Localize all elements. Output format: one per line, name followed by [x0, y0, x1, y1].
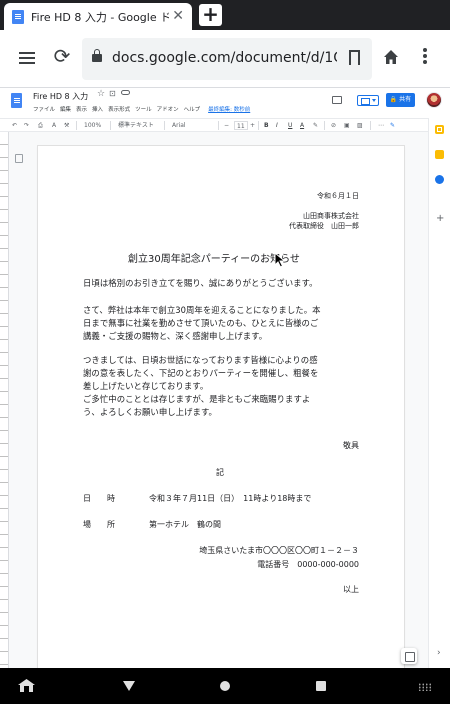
doc-paragraph-line: 差し上げたいと存じております。: [83, 381, 209, 391]
print-icon[interactable]: ⎙: [38, 121, 43, 130]
document-title[interactable]: Fire HD 8 入力: [33, 91, 88, 102]
menu-help[interactable]: ヘルプ: [184, 105, 201, 113]
menu-tools[interactable]: ツール: [135, 105, 152, 113]
docs-favicon-icon: [12, 9, 24, 24]
doc-ki: 記: [216, 468, 224, 477]
highlight-icon[interactable]: ✎: [313, 121, 318, 130]
docs-logo-icon[interactable]: [11, 93, 22, 108]
home-circle-icon[interactable]: [220, 681, 230, 691]
tab-title: Fire HD 8 入力 - Google ドキュメント: [31, 10, 169, 24]
increase-font-size-button[interactable]: +: [250, 121, 255, 130]
menu-insert[interactable]: 挿入: [92, 105, 103, 113]
doc-paragraph-line: 謝の意を表したく、下記のとおりパーティーを開催し、粗餐を: [83, 368, 319, 378]
document-page[interactable]: 令和６月１日 山田商事株式会社 代表取締役 山田一郎 創立30周年記念パーティー…: [38, 146, 404, 668]
font-select[interactable]: Arial: [172, 121, 186, 130]
doc-place-label: 場 所: [83, 520, 115, 529]
explore-button[interactable]: [401, 648, 417, 664]
reload-icon[interactable]: ⟳: [53, 46, 71, 66]
doc-paragraph-line: つきましては、日頃お世話になっております皆様に心よりの感: [83, 355, 318, 365]
underline-button[interactable]: U: [288, 121, 292, 130]
docs-menubar: ファイル 編集 表示 挿入 表示形式 ツール アドオン ヘルプ 最終編集: 数秒…: [33, 105, 250, 113]
tasks-icon[interactable]: [435, 175, 444, 184]
doc-phone: 電話番号 0000-000-0000: [257, 560, 359, 569]
insert-image-icon[interactable]: ▨: [357, 121, 363, 130]
keyboard-icon[interactable]: [418, 683, 432, 691]
doc-paragraph-line: さて、弊社は本年で創立30周年を迎えることになりました。本: [83, 305, 321, 315]
font-size-input[interactable]: 11: [234, 121, 248, 130]
system-nav-bar: [0, 668, 450, 704]
star-icon[interactable]: ☆: [97, 89, 105, 99]
doc-closing: 敬具: [343, 441, 359, 450]
home-launcher-icon[interactable]: [18, 679, 35, 692]
browser-tab[interactable]: Fire HD 8 入力 - Google ドキュメント ✕: [4, 3, 192, 30]
doc-paragraph-line: う、よろしくお願い申し上げます。: [83, 407, 217, 417]
decrease-font-size-button[interactable]: −: [224, 121, 229, 130]
doc-greeting: 日頃は格別のお引き立てを賜り、誠にありがとうございます。: [83, 278, 318, 288]
browser-toolbar: ⟳ docs.google.com/document/d/1Q4wUYP4: [0, 30, 450, 88]
spellcheck-icon[interactable]: A: [52, 121, 56, 130]
vertical-ruler[interactable]: [0, 132, 9, 668]
doc-representative: 代表取締役 山田一郎: [289, 222, 359, 230]
more-options-icon[interactable]: [423, 48, 427, 52]
doc-company: 山田商事株式会社: [303, 212, 359, 220]
menu-file[interactable]: ファイル: [33, 105, 55, 113]
text-color-button[interactable]: A: [300, 121, 304, 130]
menu-edit[interactable]: 編集: [60, 105, 71, 113]
menu-view[interactable]: 表示: [76, 105, 87, 113]
side-panel: + ›: [428, 118, 450, 668]
redo-icon[interactable]: ↷: [24, 121, 29, 130]
formatting-toolbar: ↶ ↷ ⎙ A ⚒ 100% 標準テキスト Arial − 11 + B I U…: [0, 118, 428, 132]
more-tools-icon[interactable]: ⋯: [378, 121, 384, 130]
keep-icon[interactable]: [435, 150, 444, 159]
undo-icon[interactable]: ↶: [12, 121, 17, 130]
doc-paragraph-line: 日まで無事に社業を勤めさせて頂いたのも、ひとえに皆様のご: [83, 318, 319, 328]
hamburger-menu-icon[interactable]: [19, 52, 35, 54]
insert-link-icon[interactable]: ⊘: [331, 121, 336, 130]
calendar-icon[interactable]: [435, 125, 444, 134]
editing-mode-icon[interactable]: ✎: [390, 121, 395, 130]
screen: Fire HD 8 入力 - Google ドキュメント ✕ + ⟳ docs.…: [0, 0, 450, 704]
share-button[interactable]: 🔒 共有: [386, 93, 415, 107]
italic-button[interactable]: I: [276, 121, 278, 130]
new-tab-button[interactable]: +: [199, 4, 222, 26]
url-text[interactable]: docs.google.com/document/d/1Q4wUYP4: [112, 50, 337, 66]
doc-end: 以上: [343, 585, 359, 594]
doc-date-label: 日 時: [83, 494, 115, 503]
last-edit-link[interactable]: 最終編集: 数秒前: [208, 105, 250, 113]
add-ons-plus-icon[interactable]: +: [436, 214, 444, 224]
doc-paragraph-line: 講義・ご支援の賜物と、深く感謝申し上げます。: [83, 331, 268, 341]
address-bar[interactable]: docs.google.com/document/d/1Q4wUYP4: [82, 38, 372, 80]
doc-date-value: 令和３年７月11日（日） 11時より18時まで: [149, 494, 312, 503]
doc-date: 令和６月１日: [317, 192, 359, 200]
doc-place-value: 第一ホテル 鶴の間: [149, 520, 221, 529]
cloud-status-icon: [121, 90, 130, 95]
doc-address: 埼玉県さいたま市〇〇〇区〇〇町１－２－３: [199, 546, 359, 555]
avatar[interactable]: [426, 92, 442, 108]
menu-addons[interactable]: アドオン: [157, 105, 179, 113]
present-button[interactable]: [357, 95, 379, 106]
docs-header: Fire HD 8 入力 ☆ ⊡ ファイル 編集 表示 挿入 表示形式 ツール …: [0, 88, 450, 118]
back-icon[interactable]: [123, 681, 135, 691]
bookmark-icon[interactable]: [349, 50, 360, 65]
recent-apps-icon[interactable]: [316, 681, 326, 691]
chevron-right-icon[interactable]: ›: [437, 648, 441, 658]
bold-button[interactable]: B: [264, 121, 269, 130]
menu-format[interactable]: 表示形式: [108, 105, 130, 113]
close-tab-icon[interactable]: ✕: [172, 7, 184, 25]
document-outline-icon[interactable]: [15, 154, 23, 163]
add-comment-icon[interactable]: ▣: [344, 121, 350, 130]
home-icon[interactable]: [383, 49, 399, 65]
move-folder-icon[interactable]: ⊡: [109, 89, 116, 98]
mouse-cursor-icon: [274, 252, 286, 268]
comment-history-icon[interactable]: [332, 96, 342, 104]
zoom-select[interactable]: 100%: [84, 121, 101, 130]
style-select[interactable]: 標準テキスト: [118, 121, 154, 130]
doc-paragraph-line: ご多忙中のこととは存じますが、是非ともご来臨賜りますよ: [83, 394, 311, 404]
browser-tab-strip: Fire HD 8 入力 - Google ドキュメント ✕ +: [0, 0, 450, 30]
paint-format-icon[interactable]: ⚒: [64, 121, 69, 130]
lock-icon: [92, 49, 102, 62]
